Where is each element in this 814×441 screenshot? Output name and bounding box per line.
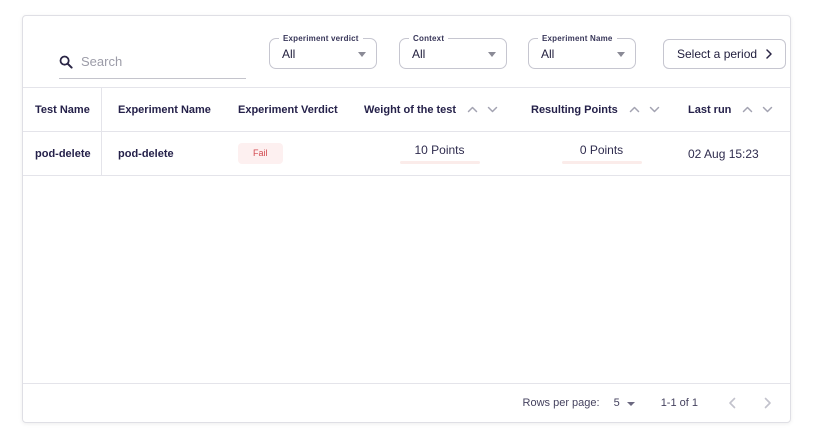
experiment-verdict-select-label: Experiment verdict bbox=[279, 34, 363, 43]
sort-down-icon[interactable] bbox=[487, 106, 498, 113]
search-field[interactable] bbox=[59, 54, 246, 79]
select-dropdown-icon bbox=[488, 52, 496, 57]
resulting-progress-track bbox=[562, 161, 642, 164]
sort-up-icon[interactable] bbox=[467, 106, 478, 113]
experiment-name-value: pod-delete bbox=[118, 148, 174, 160]
column-header-weight: Weight of the test bbox=[348, 88, 515, 131]
experiment-name-select-label: Experiment Name bbox=[538, 34, 617, 43]
column-header-test-name: Test Name bbox=[23, 88, 102, 131]
sort-up-icon[interactable] bbox=[742, 106, 753, 113]
chevron-right-icon bbox=[766, 49, 772, 59]
cell-experiment-verdict: Fail bbox=[222, 132, 348, 175]
sort-down-icon[interactable] bbox=[649, 106, 660, 113]
next-page-button[interactable] bbox=[760, 393, 776, 413]
page-prev-icon bbox=[728, 397, 736, 409]
last-run-value: 02 Aug 15:23 bbox=[688, 147, 759, 161]
select-period-button[interactable]: Select a period bbox=[663, 39, 786, 69]
table-row[interactable]: pod-delete pod-delete Fail 10 Points 0 P… bbox=[23, 132, 790, 176]
column-header-label: Experiment Name bbox=[118, 104, 211, 116]
column-header-resulting-points: Resulting Points bbox=[515, 88, 672, 131]
resulting-points-value: 0 Points bbox=[580, 143, 623, 157]
select-period-button-label: Select a period bbox=[677, 47, 757, 61]
column-header-last-run: Last run bbox=[672, 88, 790, 131]
search-input[interactable] bbox=[81, 54, 231, 69]
select-dropdown-icon bbox=[617, 52, 625, 57]
verdict-badge: Fail bbox=[238, 143, 283, 164]
cell-test-name: pod-delete bbox=[23, 132, 102, 175]
context-select[interactable]: Context All bbox=[399, 38, 507, 69]
cell-last-run: 02 Aug 15:23 bbox=[672, 132, 790, 175]
rows-per-page-label: Rows per page: bbox=[523, 397, 600, 409]
column-header-label: Resulting Points bbox=[531, 104, 618, 116]
experiment-verdict-select[interactable]: Experiment verdict All bbox=[269, 38, 377, 69]
select-dropdown-icon bbox=[358, 52, 366, 57]
cell-resulting-points: 0 Points bbox=[515, 132, 672, 175]
column-header-experiment-verdict: Experiment Verdict bbox=[222, 88, 348, 131]
rows-per-page-select[interactable]: 5 bbox=[614, 397, 635, 409]
table-empty-space bbox=[23, 176, 790, 383]
experiment-verdict-select-value: All bbox=[282, 47, 295, 61]
test-name-value: pod-delete bbox=[35, 148, 91, 160]
context-select-label: Context bbox=[409, 34, 448, 43]
experiment-name-select-value: All bbox=[541, 47, 554, 61]
weight-progress-track bbox=[400, 161, 480, 164]
select-dropdown-icon bbox=[627, 402, 635, 406]
table-header-row: Test Name Experiment Name Experiment Ver… bbox=[23, 88, 790, 132]
sort-up-icon[interactable] bbox=[629, 106, 640, 113]
search-icon bbox=[59, 55, 73, 69]
pagination-range-label: 1-1 of 1 bbox=[661, 397, 698, 409]
score-table-card: Experiment verdict All Context All Exper… bbox=[22, 15, 791, 423]
rows-per-page-value: 5 bbox=[614, 397, 620, 409]
filter-bar: Experiment verdict All Context All Exper… bbox=[23, 16, 790, 88]
column-header-label: Last run bbox=[688, 104, 731, 116]
context-select-value: All bbox=[412, 47, 425, 61]
column-header-label: Weight of the test bbox=[364, 104, 456, 116]
cell-experiment-name: pod-delete bbox=[102, 132, 222, 175]
sort-down-icon[interactable] bbox=[762, 106, 773, 113]
column-header-label: Test Name bbox=[35, 104, 90, 116]
page-next-icon bbox=[764, 397, 772, 409]
column-header-experiment-name: Experiment Name bbox=[102, 88, 222, 131]
pagination-footer: Rows per page: 5 1-1 of 1 bbox=[23, 383, 790, 422]
previous-page-button[interactable] bbox=[724, 393, 740, 413]
weight-value: 10 Points bbox=[414, 143, 464, 157]
experiment-name-select[interactable]: Experiment Name All bbox=[528, 38, 636, 69]
column-header-label: Experiment Verdict bbox=[238, 104, 338, 116]
cell-weight: 10 Points bbox=[348, 132, 515, 175]
